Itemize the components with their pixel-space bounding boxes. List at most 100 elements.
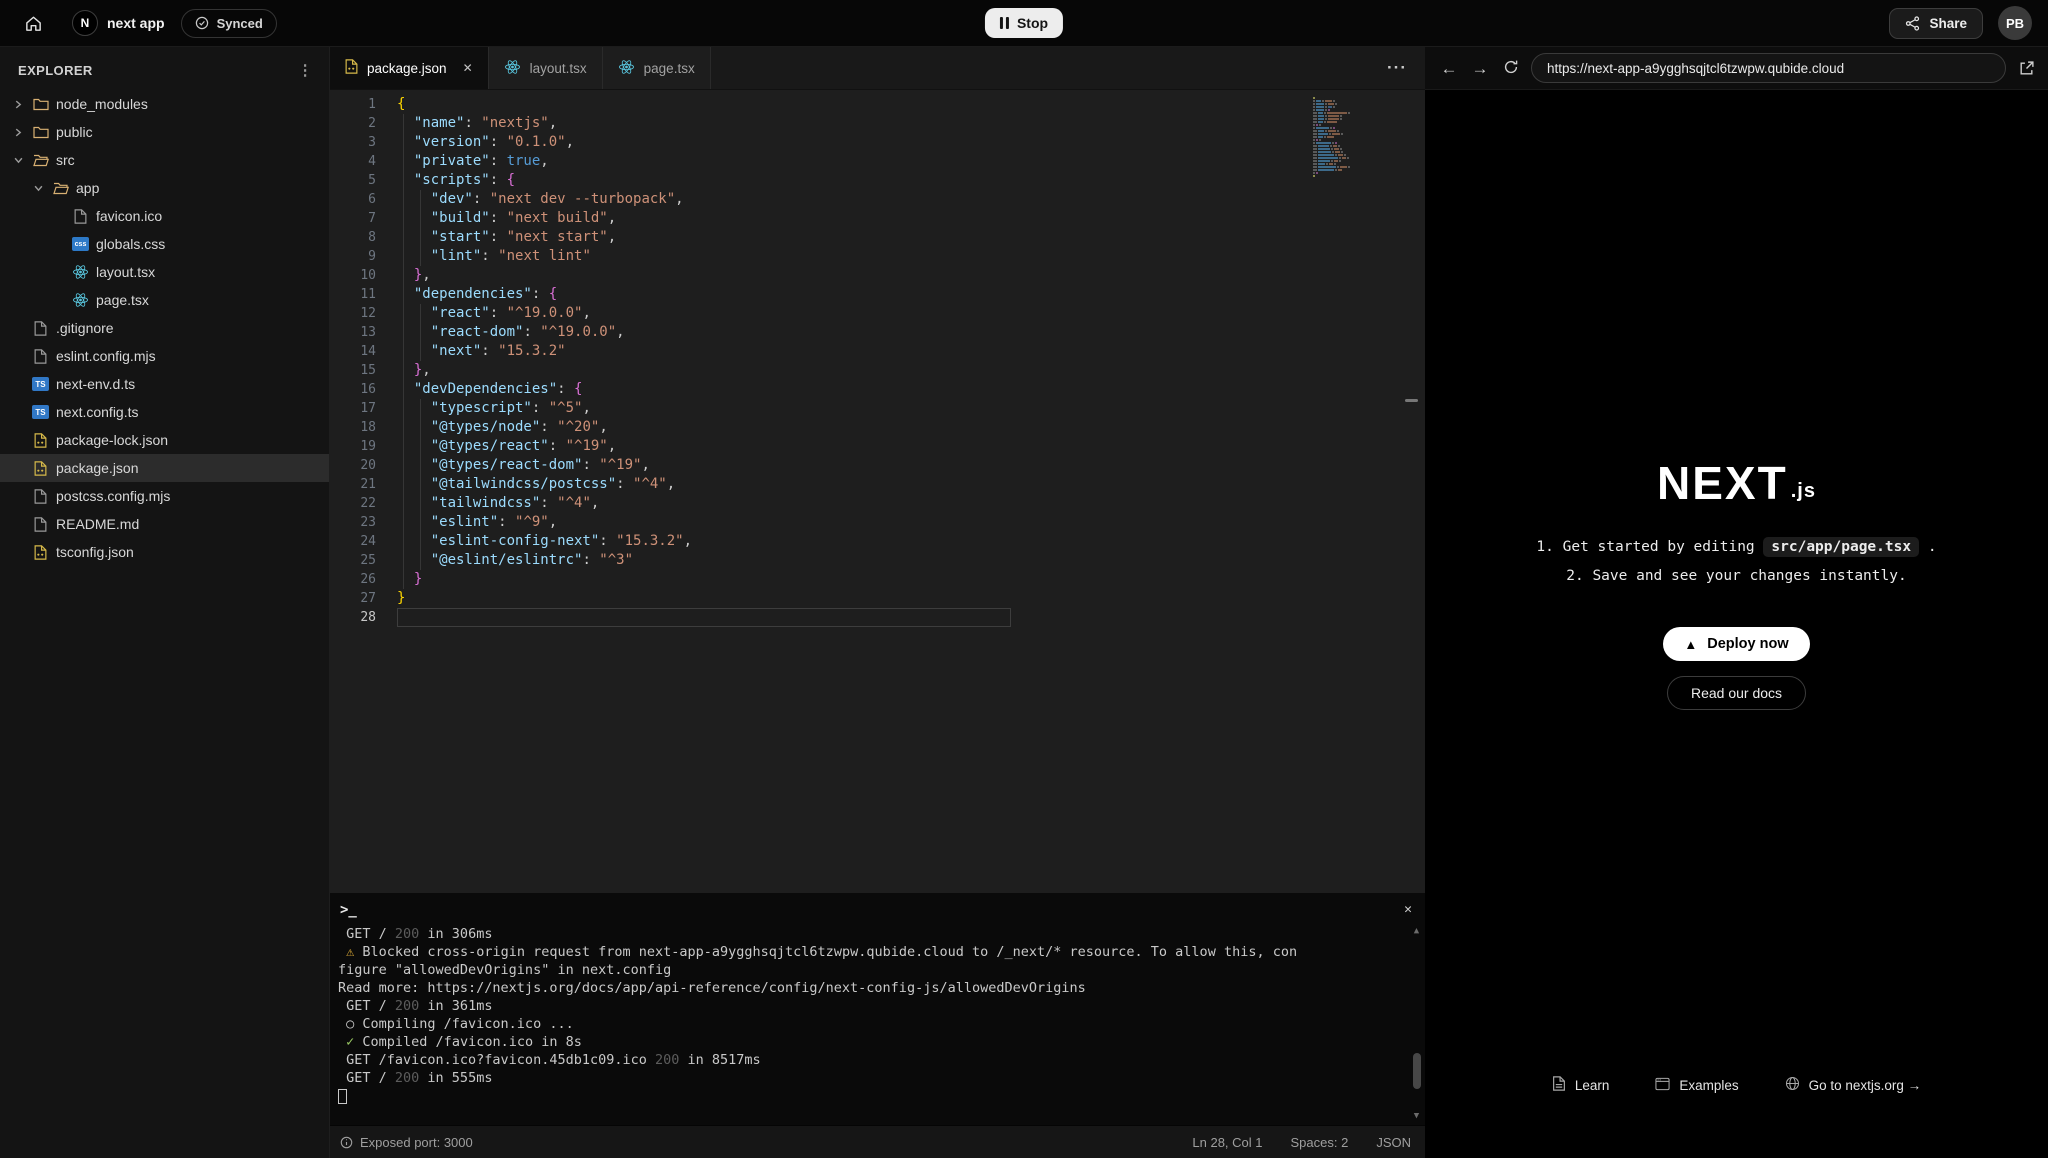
code-line[interactable]: 4 "private": true, bbox=[330, 152, 1425, 171]
code-line[interactable]: 19 "@types/react": "^19", bbox=[330, 437, 1425, 456]
code-line[interactable]: 16 "devDependencies": { bbox=[330, 380, 1425, 399]
code-line[interactable]: 24 "eslint-config-next": "15.3.2", bbox=[330, 532, 1425, 551]
line-number: 10 bbox=[330, 266, 376, 285]
line-number: 7 bbox=[330, 209, 376, 228]
terminal-scrollbar[interactable]: ▲ ▼ bbox=[1410, 926, 1423, 1121]
code-line[interactable]: 2 "name": "nextjs", bbox=[330, 114, 1425, 133]
terminal-scroll-thumb[interactable] bbox=[1413, 1053, 1421, 1089]
tree-item-label: src bbox=[56, 152, 75, 168]
line-number: 21 bbox=[330, 475, 376, 494]
tree-item-node_modules[interactable]: node_modules bbox=[0, 90, 329, 118]
tree-item-package-lock.json[interactable]: package-lock.json bbox=[0, 426, 329, 454]
panel-resize-handle[interactable] bbox=[1405, 399, 1418, 402]
read-docs-button[interactable]: Read our docs bbox=[1667, 676, 1806, 710]
back-icon[interactable]: ← bbox=[1438, 60, 1460, 77]
tree-item-eslint.config.mjs[interactable]: eslint.config.mjs bbox=[0, 342, 329, 370]
code-line[interactable]: 27} bbox=[330, 589, 1425, 608]
code-line[interactable]: 9 "lint": "next lint" bbox=[330, 247, 1425, 266]
cursor-position[interactable]: Ln 28, Col 1 bbox=[1192, 1135, 1262, 1150]
chevron-down-icon[interactable] bbox=[32, 184, 45, 193]
tab-page.tsx[interactable]: page.tsx bbox=[603, 47, 711, 89]
code-line[interactable]: 17 "typescript": "^5", bbox=[330, 399, 1425, 418]
explorer-menu-icon[interactable]: ⋮ bbox=[298, 66, 313, 76]
line-number: 12 bbox=[330, 304, 376, 323]
code-line[interactable]: 23 "eslint": "^9", bbox=[330, 513, 1425, 532]
project-info[interactable]: N next app bbox=[72, 10, 165, 36]
footer-link-go-to-nextjs-org-[interactable]: Go to nextjs.org → bbox=[1785, 1076, 1922, 1094]
code-line[interactable]: 18 "@types/node": "^20", bbox=[330, 418, 1425, 437]
tree-item-label: postcss.config.mjs bbox=[56, 488, 170, 504]
tree-item-README.md[interactable]: README.md bbox=[0, 510, 329, 538]
tree-item-public[interactable]: public bbox=[0, 118, 329, 146]
terminal-close-icon[interactable]: ✕ bbox=[1404, 902, 1412, 917]
tree-item-label: .gitignore bbox=[56, 320, 114, 336]
tree-item-page.tsx[interactable]: page.tsx bbox=[0, 286, 329, 314]
tree-item-.gitignore[interactable]: .gitignore bbox=[0, 314, 329, 342]
code-line[interactable]: 15 }, bbox=[330, 361, 1425, 380]
code-line[interactable]: 21 "@tailwindcss/postcss": "^4", bbox=[330, 475, 1425, 494]
terminal-panel[interactable]: >_ ✕ GET / 200 in 306ms ⚠ Blocked cross-… bbox=[330, 893, 1425, 1125]
code-line[interactable]: 25 "@eslint/eslintrc": "^3" bbox=[330, 551, 1425, 570]
synced-status-badge[interactable]: Synced bbox=[181, 9, 277, 38]
vercel-triangle-icon: ▲ bbox=[1684, 638, 1697, 651]
code-line-content: "next": "15.3.2" bbox=[397, 342, 566, 361]
tree-item-postcss.config.mjs[interactable]: postcss.config.mjs bbox=[0, 482, 329, 510]
code-line[interactable]: 20 "@types/react-dom": "^19", bbox=[330, 456, 1425, 475]
tree-item-src[interactable]: src bbox=[0, 146, 329, 174]
chevron-down-icon[interactable] bbox=[12, 156, 25, 165]
code-line[interactable]: 5 "scripts": { bbox=[330, 171, 1425, 190]
footer-link-examples[interactable]: Examples bbox=[1655, 1076, 1738, 1094]
tab-package.json[interactable]: package.json✕ bbox=[330, 47, 489, 89]
forward-icon[interactable]: → bbox=[1469, 60, 1491, 77]
line-number: 3 bbox=[330, 133, 376, 152]
open-external-icon[interactable] bbox=[2018, 60, 2035, 77]
tree-item-tsconfig.json[interactable]: tsconfig.json bbox=[0, 538, 329, 566]
language-mode[interactable]: JSON bbox=[1376, 1135, 1411, 1150]
tree-item-globals.css[interactable]: cssglobals.css bbox=[0, 230, 329, 258]
tree-item-next-env.d.ts[interactable]: TSnext-env.d.ts bbox=[0, 370, 329, 398]
terminal-log-line: GET / 200 in 361ms bbox=[338, 997, 1401, 1015]
code-line[interactable]: 3 "version": "0.1.0", bbox=[330, 133, 1425, 152]
home-button[interactable] bbox=[16, 6, 50, 40]
indentation-setting[interactable]: Spaces: 2 bbox=[1291, 1135, 1349, 1150]
code-line[interactable]: 11 "dependencies": { bbox=[330, 285, 1425, 304]
code-line[interactable]: 8 "start": "next start", bbox=[330, 228, 1425, 247]
user-avatar[interactable]: PB bbox=[1998, 6, 2032, 40]
code-line[interactable]: 26 } bbox=[330, 570, 1425, 589]
code-line[interactable]: 10 }, bbox=[330, 266, 1425, 285]
globe-icon bbox=[1785, 1076, 1800, 1094]
line-number: 18 bbox=[330, 418, 376, 437]
code-line[interactable]: 22 "tailwindcss": "^4", bbox=[330, 494, 1425, 513]
tab-close-icon[interactable]: ✕ bbox=[463, 61, 473, 75]
tree-item-package.json[interactable]: package.json bbox=[0, 454, 329, 482]
scroll-down-icon[interactable]: ▼ bbox=[1414, 1111, 1419, 1121]
code-line[interactable]: 1{ bbox=[330, 95, 1425, 114]
deploy-now-button[interactable]: ▲ Deploy now bbox=[1663, 627, 1809, 661]
tree-item-app[interactable]: app bbox=[0, 174, 329, 202]
chevron-right-icon[interactable] bbox=[12, 100, 25, 109]
chevron-right-icon[interactable] bbox=[12, 128, 25, 137]
tab-overflow-icon[interactable]: ··· bbox=[1369, 58, 1425, 78]
exposed-port-status[interactable]: Exposed port: 3000 bbox=[340, 1135, 473, 1150]
browser-viewport: NEXT .js 1. Get started by editing src/a… bbox=[1425, 90, 2048, 1158]
url-input[interactable]: https://next-app-a9ygghsqjtcl6tzwpw.qubi… bbox=[1531, 53, 2006, 83]
share-button[interactable]: Share bbox=[1889, 8, 1983, 39]
stop-button[interactable]: Stop bbox=[985, 8, 1063, 38]
code-line[interactable]: 7 "build": "next build", bbox=[330, 209, 1425, 228]
tab-layout.tsx[interactable]: layout.tsx bbox=[489, 47, 603, 89]
terminal-prompt-icon: >_ bbox=[340, 902, 357, 918]
minimap[interactable] bbox=[1313, 97, 1351, 178]
tree-item-layout.tsx[interactable]: layout.tsx bbox=[0, 258, 329, 286]
code-line[interactable]: 12 "react": "^19.0.0", bbox=[330, 304, 1425, 323]
code-line[interactable]: 6 "dev": "next dev --turbopack", bbox=[330, 190, 1425, 209]
code-line[interactable]: 14 "next": "15.3.2" bbox=[330, 342, 1425, 361]
tree-item-next.config.ts[interactable]: TSnext.config.ts bbox=[0, 398, 329, 426]
code-line[interactable]: 13 "react-dom": "^19.0.0", bbox=[330, 323, 1425, 342]
scroll-up-icon[interactable]: ▲ bbox=[1414, 926, 1419, 936]
footer-link-learn[interactable]: Learn bbox=[1552, 1076, 1610, 1094]
code-line[interactable]: 28 bbox=[330, 608, 1425, 627]
refresh-icon[interactable] bbox=[1500, 59, 1522, 78]
terminal-input-line[interactable] bbox=[338, 1087, 1401, 1109]
code-editor[interactable]: 1{2 "name": "nextjs",3 "version": "0.1.0… bbox=[330, 90, 1425, 893]
tree-item-favicon.ico[interactable]: favicon.ico bbox=[0, 202, 329, 230]
